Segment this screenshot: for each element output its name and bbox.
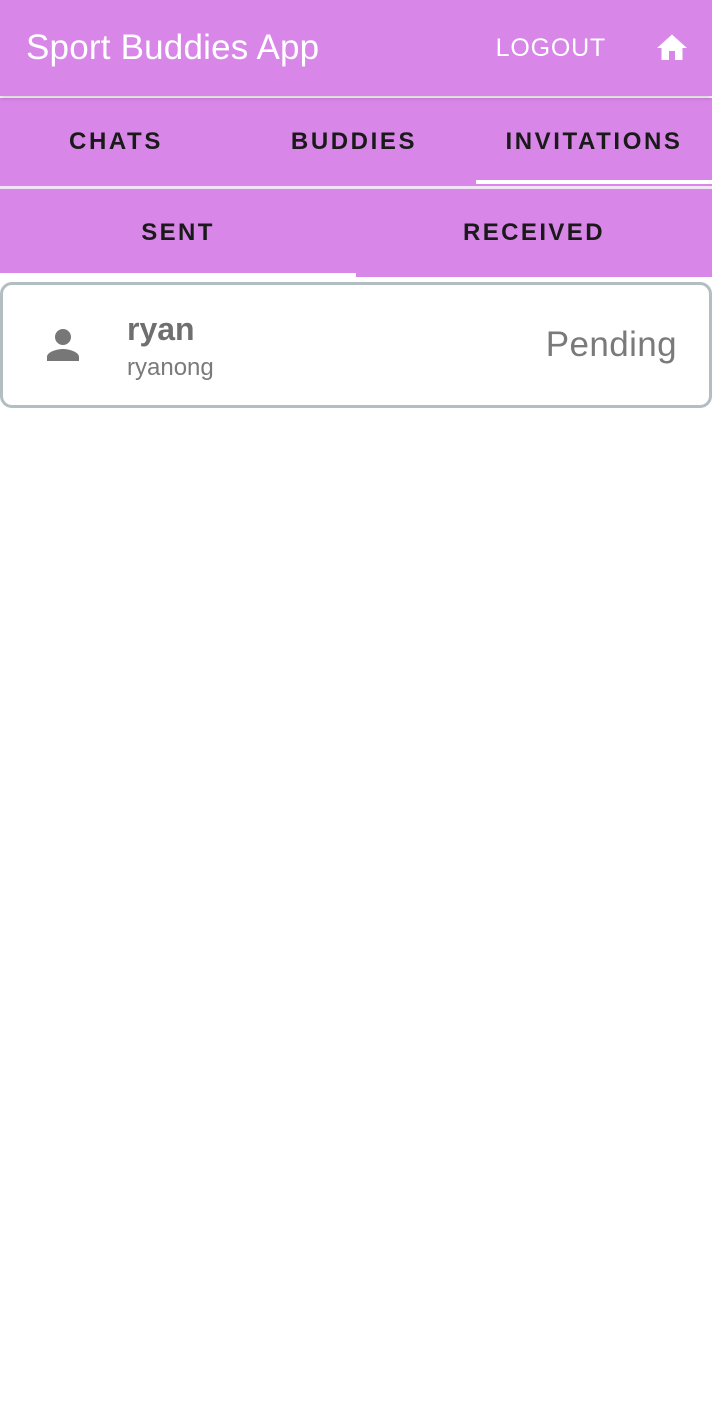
user-info: ryan ryanong	[127, 310, 546, 384]
home-icon	[657, 34, 687, 60]
tab-chats-label: CHATS	[69, 128, 163, 155]
app-bar: Sport Buddies App LOGOUT	[0, 0, 712, 96]
tab-invitations[interactable]: INVITATIONS	[476, 98, 712, 186]
home-button[interactable]	[654, 30, 690, 66]
user-handle: ryanong	[127, 354, 214, 381]
tab-sent[interactable]: SENT	[0, 189, 356, 277]
app-title: Sport Buddies App	[26, 28, 320, 67]
main-tabs: CHATS BUDDIES INVITATIONS	[0, 98, 712, 186]
sub-tabs: SENT RECEIVED	[0, 189, 712, 277]
list-item[interactable]: ryan ryanong Pending	[0, 282, 712, 408]
user-name: ryan	[127, 311, 195, 347]
tab-sent-label: SENT	[141, 219, 215, 246]
logout-button[interactable]: LOGOUT	[496, 34, 606, 63]
tab-chats[interactable]: CHATS	[0, 98, 232, 186]
tab-buddies-label: BUDDIES	[290, 128, 418, 155]
status-label: Pending	[545, 325, 677, 364]
invitation-list: ryan ryanong Pending	[0, 282, 712, 408]
tab-received[interactable]: RECEIVED	[356, 189, 712, 277]
tab-invitations-label: INVITATIONS	[505, 128, 683, 155]
tab-buddies[interactable]: BUDDIES	[232, 98, 476, 186]
sub-tab-indicator	[0, 273, 356, 277]
person-icon	[47, 329, 79, 361]
tab-indicator	[476, 180, 712, 184]
tab-received-label: RECEIVED	[463, 219, 605, 246]
